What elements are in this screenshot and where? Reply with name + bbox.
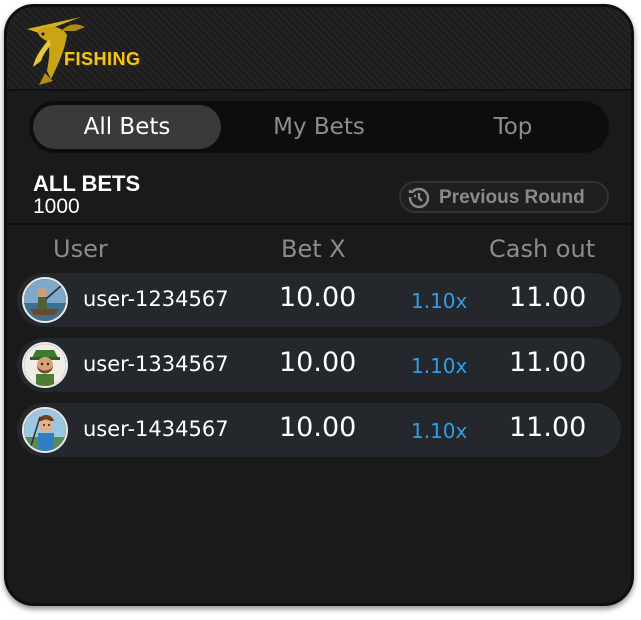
- bet-multiplier: 1.10x: [411, 419, 468, 443]
- tab-my-bets[interactable]: My Bets: [225, 105, 413, 149]
- bet-cashout: 11.00: [509, 282, 587, 313]
- bet-multiplier: 1.10x: [411, 289, 468, 313]
- fishing-logo: FISHING: [19, 9, 149, 87]
- bet-row: user-1334567 10.00 1.10x 11.00: [17, 338, 621, 392]
- bet-username: user-1434567: [83, 417, 229, 441]
- tab-top[interactable]: Top: [419, 105, 607, 149]
- previous-round-button[interactable]: Previous Round: [399, 181, 609, 213]
- all-bets-title: ALL BETS: [33, 171, 141, 196]
- tab-all-bets[interactable]: All Bets: [33, 105, 221, 149]
- column-header-bet: Bet X: [281, 235, 346, 263]
- bet-username: user-1334567: [83, 352, 229, 376]
- bet-cashout: 11.00: [509, 347, 587, 378]
- all-bets-count: 1000: [33, 195, 80, 218]
- divider: [7, 223, 631, 225]
- bet-multiplier: 1.10x: [411, 354, 468, 378]
- bet-amount: 10.00: [279, 347, 357, 378]
- bet-amount: 10.00: [279, 412, 357, 443]
- bets-tabs: All Bets My Bets Top: [29, 101, 609, 153]
- fisherman-boat-avatar: [22, 277, 68, 323]
- bet-row: user-1234567 10.00 1.10x 11.00: [17, 273, 621, 327]
- previous-round-label: Previous Round: [439, 187, 585, 208]
- header: FISHING: [7, 7, 631, 91]
- swordfish-icon: [27, 17, 85, 85]
- bet-username: user-1234567: [83, 287, 229, 311]
- bet-row: user-1434567 10.00 1.10x 11.00: [17, 403, 621, 457]
- bearded-fisherman-avatar: [22, 342, 68, 388]
- column-header-cashout: Cash out: [489, 235, 596, 263]
- young-fisherman-avatar: [22, 407, 68, 453]
- bets-panel: FISHING All Bets My Bets Top ALL BETS 10…: [4, 4, 634, 606]
- history-icon: [408, 187, 430, 209]
- column-header-user: User: [53, 235, 108, 263]
- logo-text: FISHING: [64, 49, 141, 69]
- bet-amount: 10.00: [279, 282, 357, 313]
- bet-cashout: 11.00: [509, 412, 587, 443]
